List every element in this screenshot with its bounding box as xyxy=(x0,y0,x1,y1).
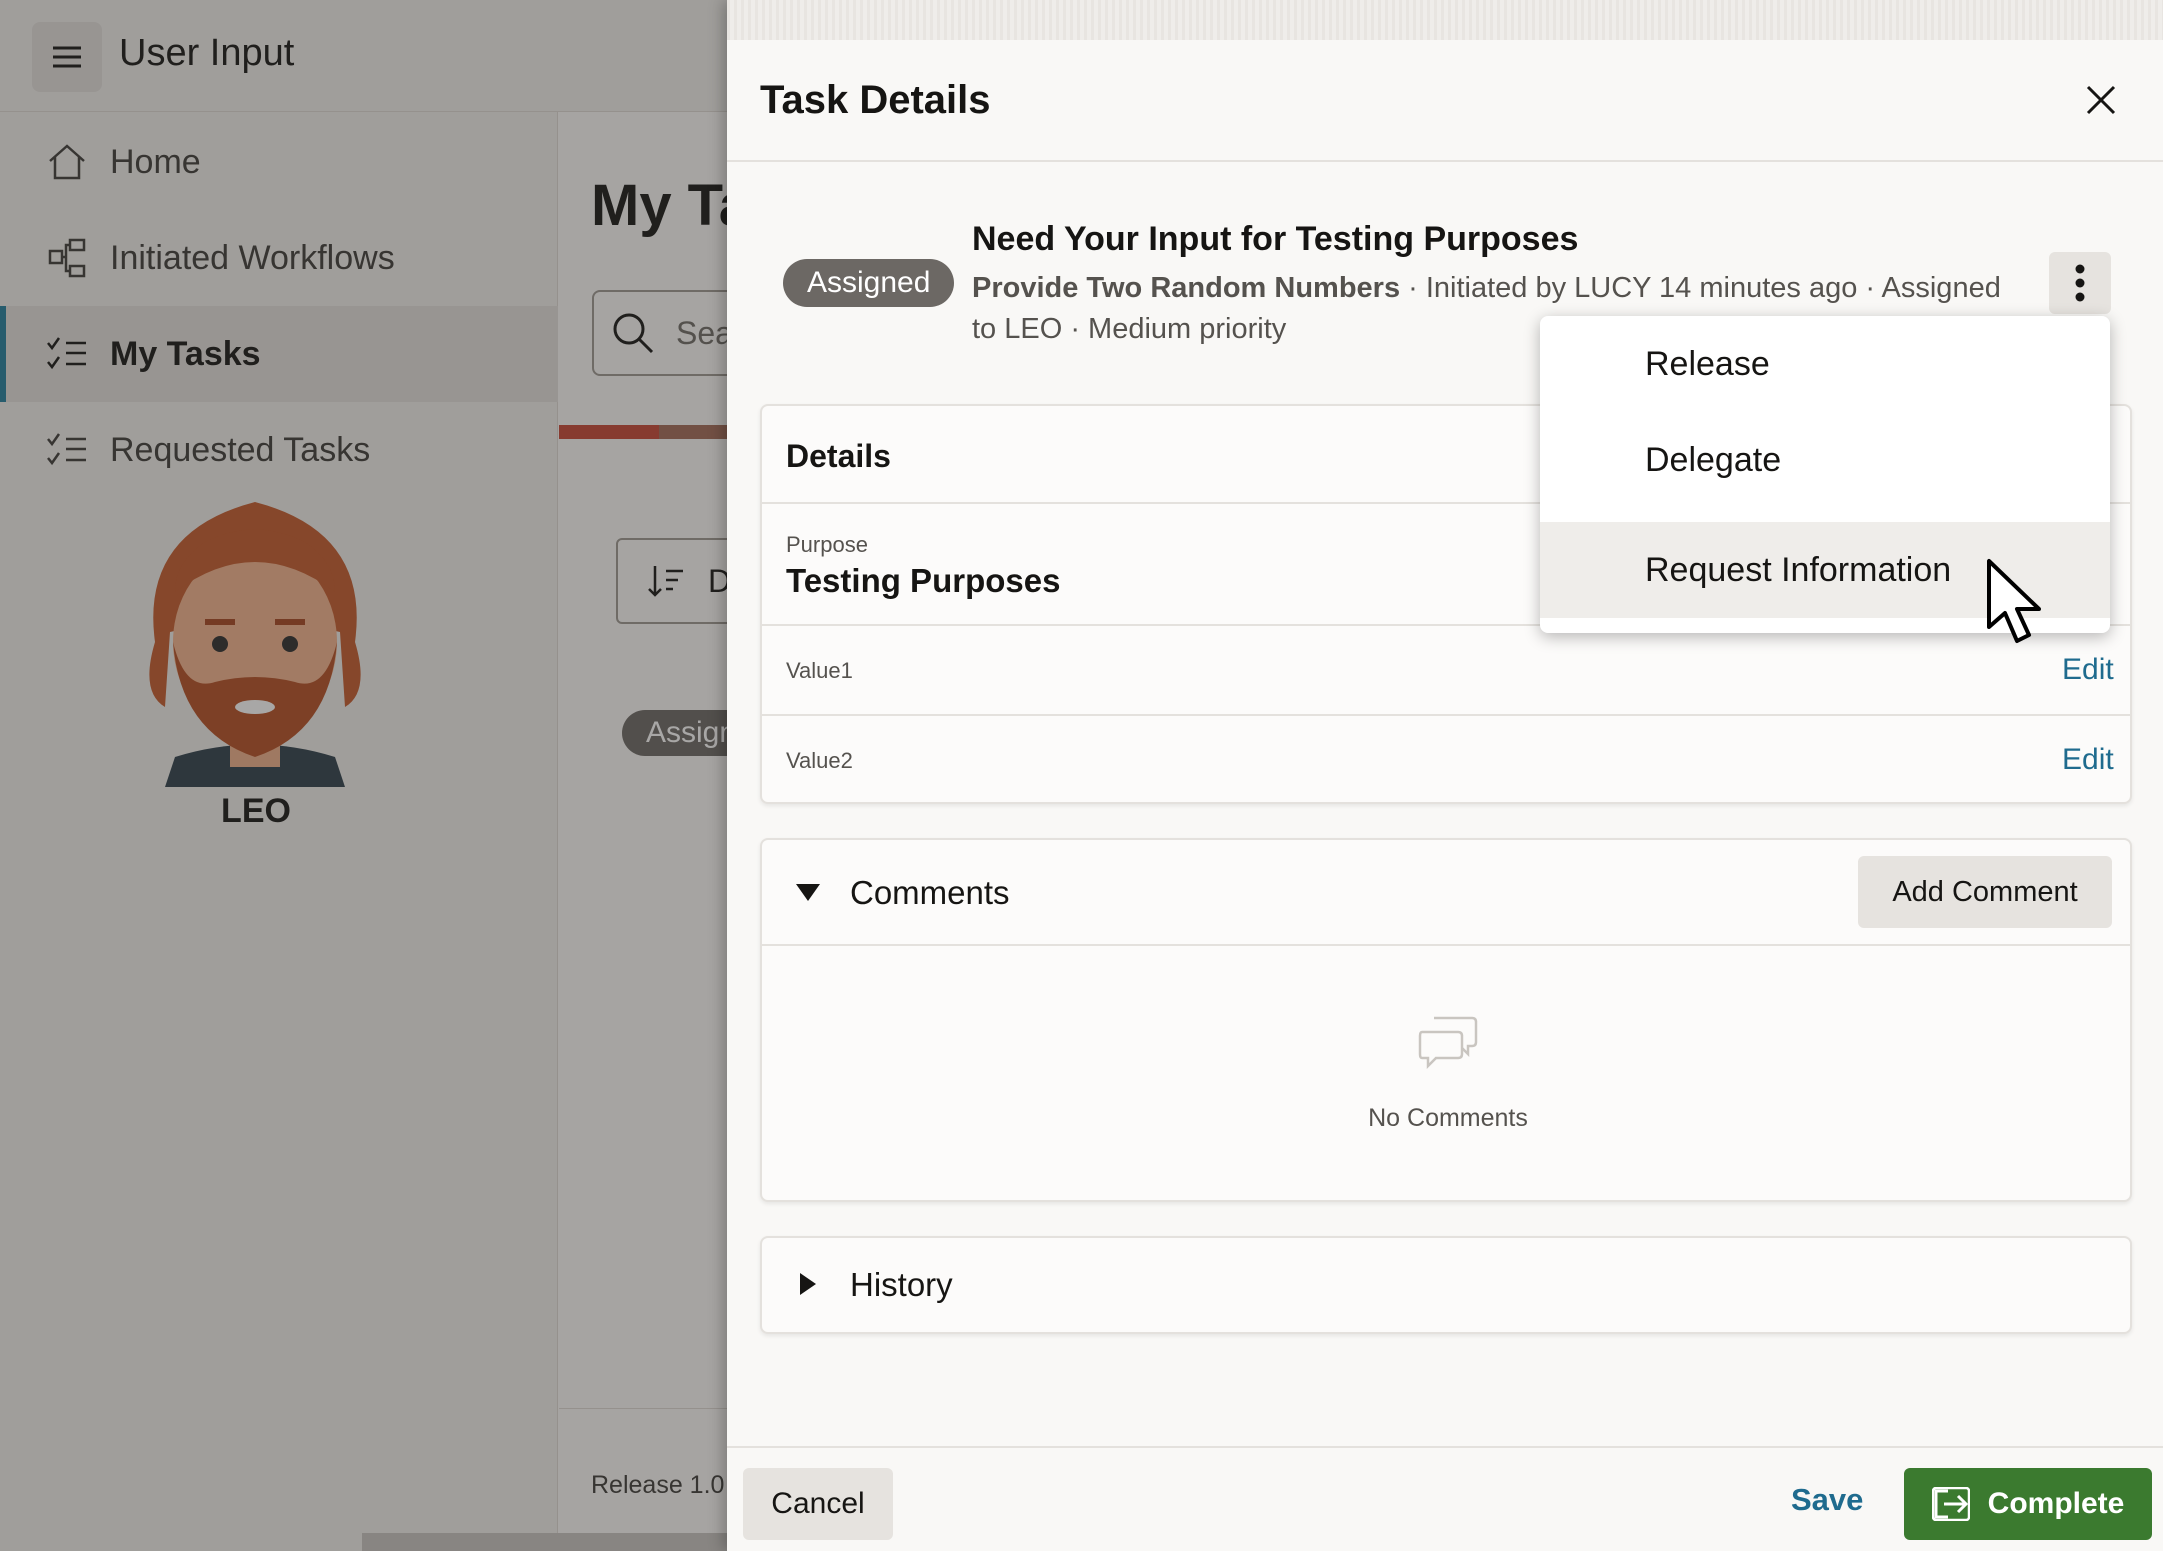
more-actions-button[interactable] xyxy=(2049,252,2111,314)
menu-item-delegate[interactable]: Delegate xyxy=(1540,412,2110,508)
close-icon xyxy=(2086,85,2116,115)
drawer-footer: Cancel Save Complete xyxy=(727,1446,2163,1551)
status-badge: Assigned xyxy=(783,259,955,307)
collapse-triangle-icon[interactable] xyxy=(796,884,820,901)
close-button[interactable] xyxy=(2077,76,2125,124)
expand-triangle-icon[interactable] xyxy=(800,1273,816,1295)
mouse-cursor-icon xyxy=(1987,559,2041,643)
kebab-icon xyxy=(2075,264,2085,302)
complete-button[interactable]: Complete xyxy=(1904,1468,2152,1540)
value1-edit-link[interactable]: Edit xyxy=(2062,653,2114,687)
task-subject: Provide Two Random Numbers xyxy=(972,272,1401,304)
task-details-drawer: Task Details Assigned Need Your Input fo… xyxy=(727,0,2163,1551)
divider xyxy=(762,714,2130,716)
purpose-label: Purpose xyxy=(786,532,868,557)
comments-icon xyxy=(1418,1016,1478,1070)
comments-heading[interactable]: Comments xyxy=(850,874,1010,912)
value2-label: Value2 xyxy=(786,748,853,773)
value2-edit-link[interactable]: Edit xyxy=(2062,743,2114,777)
menu-item-release[interactable]: Release xyxy=(1540,316,2110,412)
cancel-button[interactable]: Cancel xyxy=(743,1468,893,1540)
drawer-title: Task Details xyxy=(760,78,991,122)
save-button[interactable]: Save xyxy=(1791,1482,1863,1518)
details-heading: Details xyxy=(786,438,891,474)
comments-card: Comments Add Comment No Comments xyxy=(760,838,2132,1202)
history-card: History xyxy=(760,1236,2132,1334)
complete-label: Complete xyxy=(1987,1487,2125,1520)
divider xyxy=(762,944,2130,946)
drawer-header: Task Details xyxy=(727,40,2163,162)
purpose-value: Testing Purposes xyxy=(786,562,1061,599)
history-heading[interactable]: History xyxy=(850,1266,953,1304)
exit-icon xyxy=(1931,1487,1970,1521)
task-title: Need Your Input for Testing Purposes xyxy=(972,220,1579,258)
add-comment-button[interactable]: Add Comment xyxy=(1858,856,2112,928)
no-comments-text: No Comments xyxy=(1368,1104,1528,1132)
drawer-texture xyxy=(727,0,2163,40)
value1-label: Value1 xyxy=(786,658,853,683)
